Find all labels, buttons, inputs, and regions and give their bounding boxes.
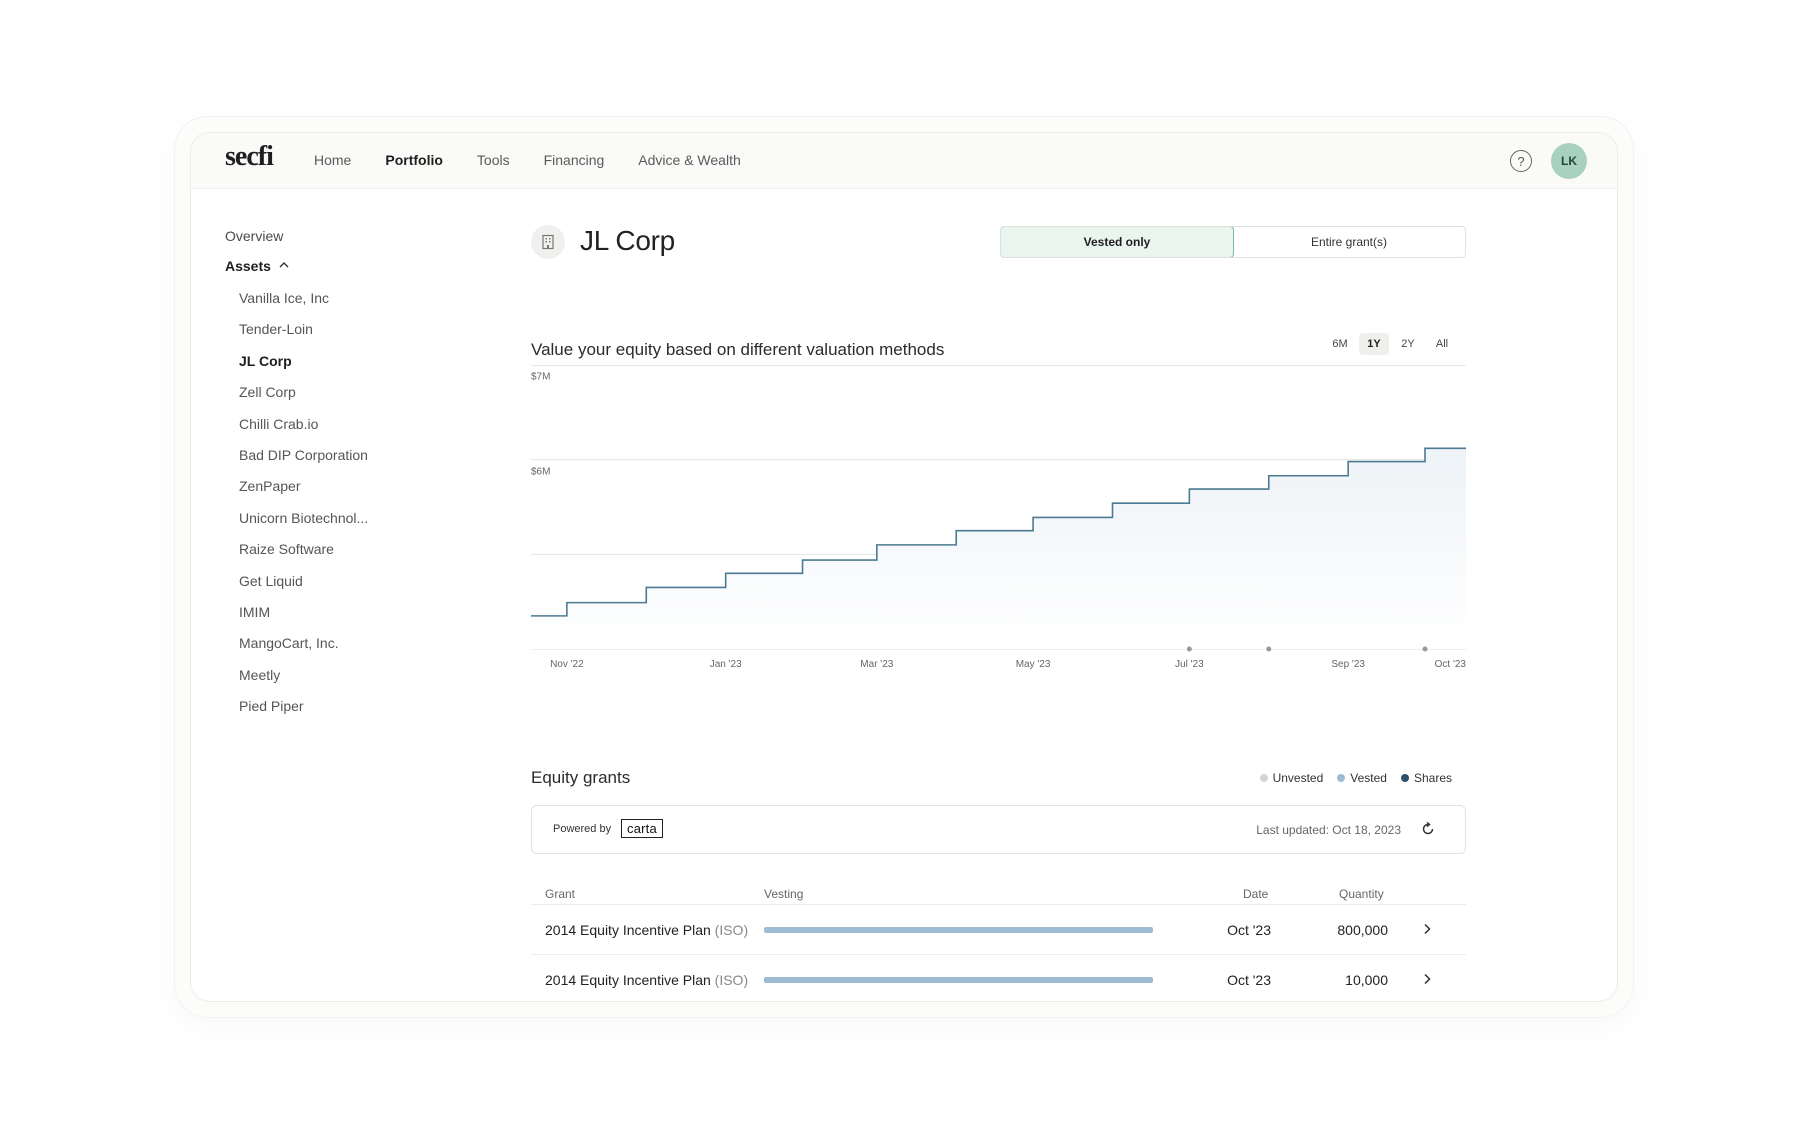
refresh-icon[interactable]	[1419, 820, 1437, 838]
equity-legend: Unvested Vested Shares	[1259, 771, 1452, 785]
grant-date: Oct '23	[1227, 922, 1271, 938]
axis-marker	[1186, 646, 1192, 652]
sidebar-asset-item[interactable]: Vanilla Ice, Inc	[225, 290, 445, 321]
sidebar-asset-item[interactable]: Unicorn Biotechnol...	[225, 510, 445, 541]
col-grant: Grant	[545, 887, 576, 901]
range-tab-2y[interactable]: 2Y	[1393, 333, 1423, 355]
nav-item-tools[interactable]: Tools	[477, 152, 510, 168]
legend-dot	[1259, 774, 1268, 782]
x-tick-label: Jul '23	[1175, 659, 1204, 670]
col-date: Date	[1243, 887, 1269, 901]
nav-item-home[interactable]: Home	[314, 152, 351, 168]
y-tick-label: $6M	[531, 466, 550, 477]
table-body: 2014 Equity Incentive Plan (ISO) Oct '23 8…	[531, 905, 1466, 1001]
sidebar-item-assets[interactable]: Assets	[225, 258, 445, 290]
sidebar-asset-item[interactable]: IMIM	[225, 604, 445, 635]
sidebar-asset-item[interactable]: Get Liquid	[225, 573, 445, 604]
app-window: secfi Home Portfolio Tools Financing Advice …	[190, 132, 1618, 1002]
equity-grants-table: Grant Vesting Date Quantity 2014 Equity …	[531, 875, 1466, 1001]
grant-type: (ISO)	[714, 922, 749, 938]
vesting-bar	[764, 927, 1153, 933]
provider-bar: Powered by carta Last updated: Oct 18, 2…	[531, 805, 1466, 854]
sidebar-asset-item[interactable]: Tender-Loin	[225, 321, 445, 352]
user-avatar[interactable]: LK	[1551, 143, 1587, 179]
toggle-entire-grants[interactable]: Entire grant(s)	[1233, 227, 1465, 257]
sidebar-asset-item[interactable]: Chilli Crab.io	[225, 416, 445, 447]
grant-cell: 2014 Equity Incentive Plan (ISO)	[545, 922, 748, 938]
valuation-chart-title: Value your equity based on different val…	[531, 340, 945, 359]
col-vesting: Vesting	[764, 887, 804, 901]
toggle-vested-only[interactable]: Vested only	[1001, 227, 1234, 257]
col-quantity: Quantity	[1339, 887, 1384, 901]
sidebar-asset-list: Vanilla Ice, Inc Tender-Loin JL Corp Zell C…	[225, 290, 445, 729]
grant-quantity: 800,000	[1337, 922, 1388, 938]
valuation-chart-svg: $6M$7M$8MNov '22Jan '23Mar '23May '23Jul…	[531, 277, 1466, 670]
table-row[interactable]: 2014 Equity Incentive Plan (ISO) Oct '23 1…	[531, 955, 1466, 1001]
x-tick-label: Jan '23	[710, 659, 742, 670]
grant-plan: 2014 Equity Incentive Plan	[545, 972, 711, 988]
legend-dot	[1337, 774, 1346, 782]
sidebar-asset-item[interactable]: Meetly	[225, 667, 445, 698]
series-area	[531, 448, 1466, 649]
table-header: Grant Vesting Date Quantity	[531, 875, 1466, 905]
sidebar-asset-item[interactable]: Raize Software	[225, 541, 445, 572]
secfi-logo[interactable]: secfi	[225, 141, 274, 173]
axis-marker	[1422, 646, 1428, 652]
help-icon[interactable]: ?	[1510, 150, 1532, 172]
legend-item: Vested	[1337, 771, 1387, 785]
x-tick-label: Nov '22	[550, 659, 584, 670]
sidebar-asset-item[interactable]: MangoCart, Inc.	[225, 635, 445, 666]
range-tab-6m[interactable]: 6M	[1325, 333, 1355, 355]
grant-date: Oct '23	[1227, 972, 1271, 988]
building-icon	[531, 225, 565, 259]
grant-type: (ISO)	[714, 972, 749, 988]
range-tabs: 6M 1Y 2Y All	[1325, 333, 1457, 355]
sidebar: Overview Assets Vanilla Ice, Inc Tender-L…	[225, 227, 445, 729]
legend-label: Shares	[1413, 771, 1452, 785]
sidebar-asset-item[interactable]: Zell Corp	[225, 384, 445, 415]
chevron-up-icon	[279, 262, 289, 268]
range-tab-1y[interactable]: 1Y	[1359, 333, 1389, 355]
axis-marker	[1266, 646, 1272, 652]
x-tick-label: Mar '23	[860, 659, 893, 670]
y-tick-label: $7M	[531, 372, 550, 383]
powered-by-label: Powered by	[553, 823, 612, 835]
nav-item-portfolio[interactable]: Portfolio	[385, 152, 443, 168]
vesting-toggle: Vested only Entire grant(s)	[1000, 226, 1466, 258]
last-updated-text: Last updated: Oct 18, 2023	[1256, 823, 1401, 837]
x-tick-label: May '23	[1016, 659, 1051, 670]
table-row[interactable]: 2014 Equity Incentive Plan (ISO) Oct '23 8…	[531, 905, 1466, 955]
sidebar-assets-label: Assets	[225, 258, 271, 274]
main-content: JL Corp Vested only Entire grant(s) Valu…	[531, 133, 1466, 1001]
grant-cell: 2014 Equity Incentive Plan (ISO)	[545, 972, 748, 988]
equity-grants-title: Equity grants	[531, 768, 631, 787]
legend-item: Shares	[1400, 771, 1452, 785]
legend-label: Vested	[1350, 771, 1387, 785]
carta-logo: carta	[621, 819, 663, 838]
sidebar-asset-item[interactable]: Pied Piper	[225, 698, 445, 729]
legend-item: Unvested	[1259, 771, 1324, 785]
vesting-bar	[764, 977, 1153, 983]
grant-plan: 2014 Equity Incentive Plan	[545, 922, 711, 938]
x-tick-label: Oct '23	[1435, 659, 1466, 670]
x-tick-label: Sep '23	[1331, 659, 1365, 670]
sidebar-asset-item[interactable]: Bad DIP Corporation	[225, 447, 445, 478]
range-tab-all[interactable]: All	[1427, 333, 1457, 355]
sidebar-asset-item[interactable]: ZenPaper	[225, 478, 445, 509]
chevron-right-icon[interactable]	[1420, 922, 1434, 936]
page-title: JL Corp	[580, 225, 675, 256]
sidebar-asset-item[interactable]: JL Corp	[225, 353, 445, 384]
valuation-chart: $6M$7M$8MNov '22Jan '23Mar '23May '23Jul…	[531, 277, 1466, 695]
chevron-right-icon[interactable]	[1420, 972, 1434, 986]
legend-label: Unvested	[1272, 771, 1324, 785]
legend-dot	[1400, 774, 1409, 782]
grant-quantity: 10,000	[1345, 972, 1388, 988]
sidebar-item-overview[interactable]: Overview	[225, 227, 445, 258]
